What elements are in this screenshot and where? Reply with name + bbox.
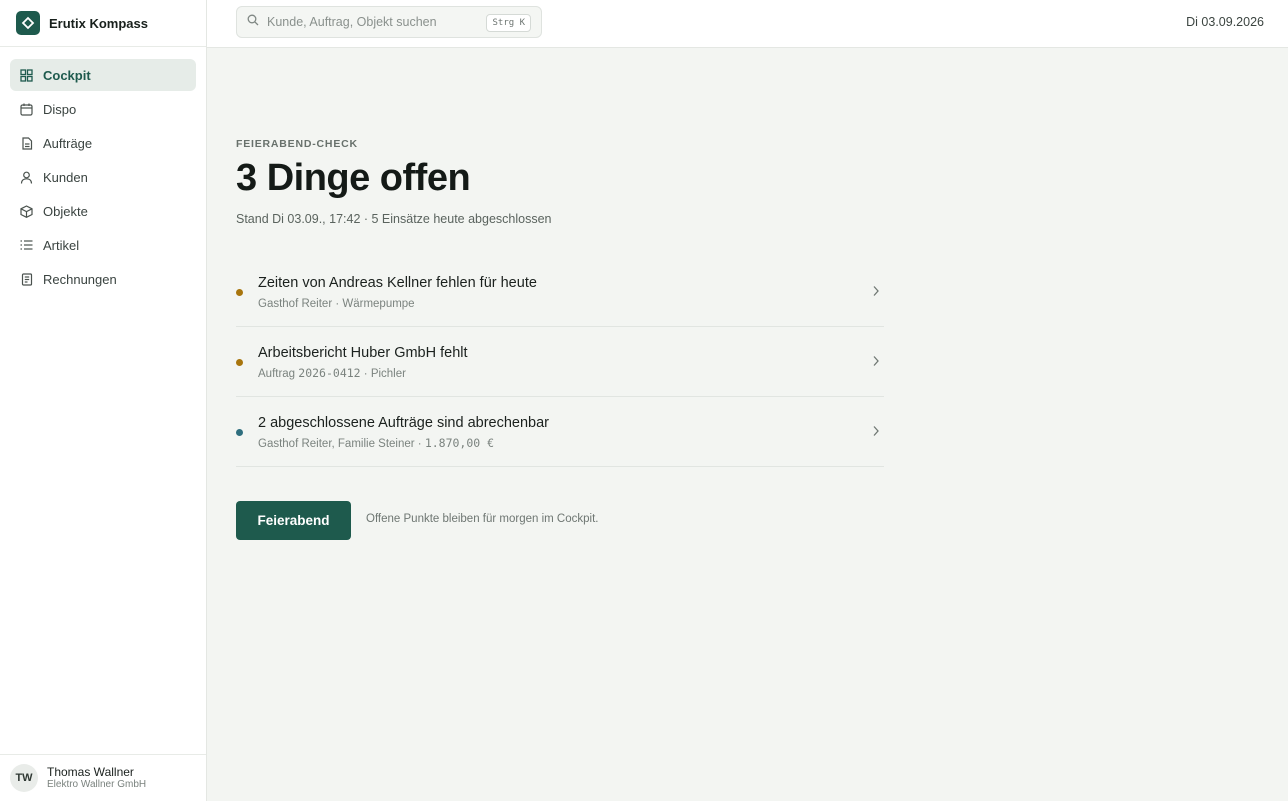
calendar-icon	[19, 102, 34, 117]
chevron-right-icon	[872, 424, 880, 442]
app-name: Erutix Kompass	[49, 15, 148, 31]
topbar: Strg K Di 03.09.2026	[207, 0, 1288, 48]
chevron-right-icon	[872, 354, 880, 372]
feierabend-button[interactable]: Feierabend	[236, 501, 351, 540]
search-input[interactable]	[267, 15, 467, 29]
receipt-icon	[19, 272, 34, 287]
search-shortcut-badge: Strg K	[486, 14, 531, 32]
list-icon	[19, 238, 34, 253]
status-line: Stand Di 03.09., 17:42 · 5 Einsätze heut…	[236, 212, 552, 226]
list-item-title: Arbeitsbericht Huber GmbH fehlt	[258, 345, 468, 361]
open-items-list: Zeiten von Andreas Kellner fehlen für he…	[236, 257, 884, 467]
grid-icon	[19, 68, 34, 83]
user-icon	[19, 170, 34, 185]
sidebar-item-label: Dispo	[43, 101, 77, 117]
cta-note: Offene Punkte bleiben für morgen im Cock…	[366, 513, 599, 525]
sidebar-item-dispo[interactable]: Dispo	[10, 93, 196, 125]
sidebar-item-kunden[interactable]: Kunden	[10, 161, 196, 193]
brand[interactable]: Erutix Kompass	[0, 0, 206, 47]
sidebar-item-rechnungen[interactable]: Rechnungen	[10, 263, 196, 295]
user-org: Elektro Wallner GmbH	[47, 779, 147, 790]
list-item-subtitle: Auftrag 2026-0412 · Pichler	[258, 366, 406, 380]
sidebar-item-artikel[interactable]: Artikel	[10, 229, 196, 261]
sidebar-item-cockpit[interactable]: Cockpit	[10, 59, 196, 91]
document-icon	[19, 136, 34, 151]
sidebar-item-label: Cockpit	[43, 67, 91, 83]
sidebar-item-auftraege[interactable]: Aufträge	[10, 127, 196, 159]
search-icon	[247, 13, 259, 31]
list-item[interactable]: Arbeitsbericht Huber GmbH fehlt Auftrag …	[236, 327, 884, 397]
search-box[interactable]: Strg K	[236, 6, 542, 38]
sidebar-item-label: Artikel	[43, 237, 80, 253]
avatar: TW	[10, 764, 38, 792]
user-profile[interactable]: TW Thomas Wallner Elektro Wallner GmbH	[0, 754, 206, 801]
chevron-right-icon	[872, 284, 880, 302]
list-item[interactable]: 2 abgeschlossene Aufträge sind abrechenb…	[236, 397, 884, 467]
page-title: 3 Dinge offen	[236, 157, 471, 199]
current-date: Di 03.09.2026	[1186, 15, 1264, 29]
user-name: Thomas Wallner	[47, 765, 134, 779]
warning-dot	[236, 359, 243, 366]
sidebar-item-label: Objekte	[43, 203, 88, 219]
sidebar-item-label: Rechnungen	[43, 271, 117, 287]
section-eyebrow: FEIERABEND-CHECK	[236, 138, 358, 150]
warning-dot	[236, 289, 243, 296]
sidebar: Erutix Kompass Cockpit Dispo Aufträge Ku…	[0, 0, 207, 801]
list-item-title: 2 abgeschlossene Aufträge sind abrechenb…	[258, 415, 550, 431]
list-item-subtitle: Gasthof Reiter, Familie Steiner · 1.870,…	[258, 436, 495, 450]
list-item-title: Zeiten von Andreas Kellner fehlen für he…	[258, 275, 537, 291]
info-dot	[236, 429, 243, 436]
sidebar-nav: Cockpit Dispo Aufträge Kunden Objekte Ar…	[0, 47, 206, 309]
user-info: Thomas Wallner Elektro Wallner GmbH	[47, 765, 146, 791]
list-item-subtitle: Gasthof Reiter · Wärmepumpe	[258, 298, 415, 310]
list-item[interactable]: Zeiten von Andreas Kellner fehlen für he…	[236, 257, 884, 327]
cube-icon	[19, 204, 34, 219]
sidebar-item-objekte[interactable]: Objekte	[10, 195, 196, 227]
app-logo-icon	[16, 11, 40, 35]
sidebar-item-label: Aufträge	[43, 135, 93, 151]
sidebar-item-label: Kunden	[43, 169, 88, 185]
